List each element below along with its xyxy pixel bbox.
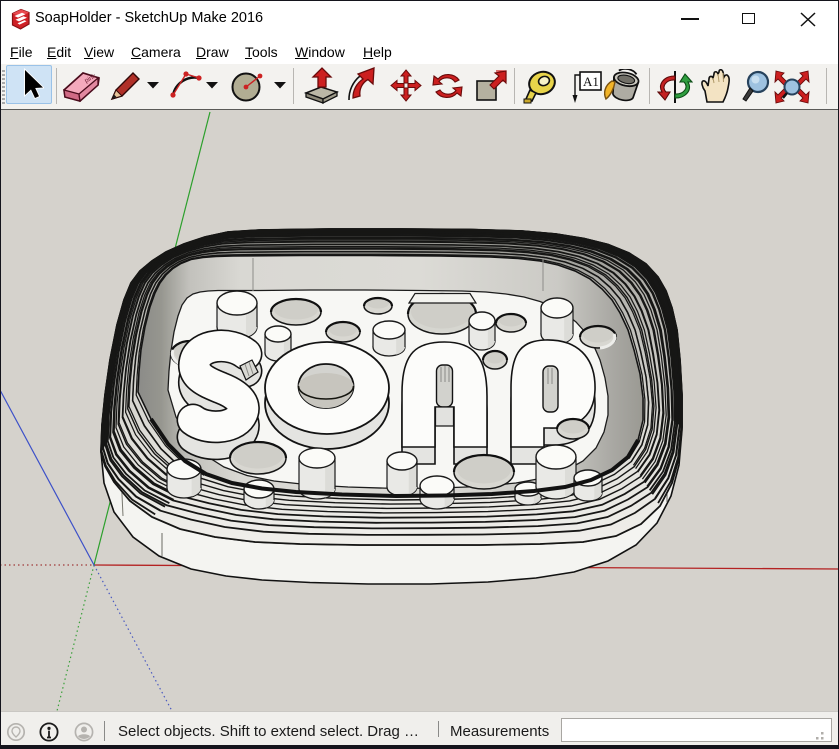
svg-text:A1: A1 — [583, 74, 599, 89]
